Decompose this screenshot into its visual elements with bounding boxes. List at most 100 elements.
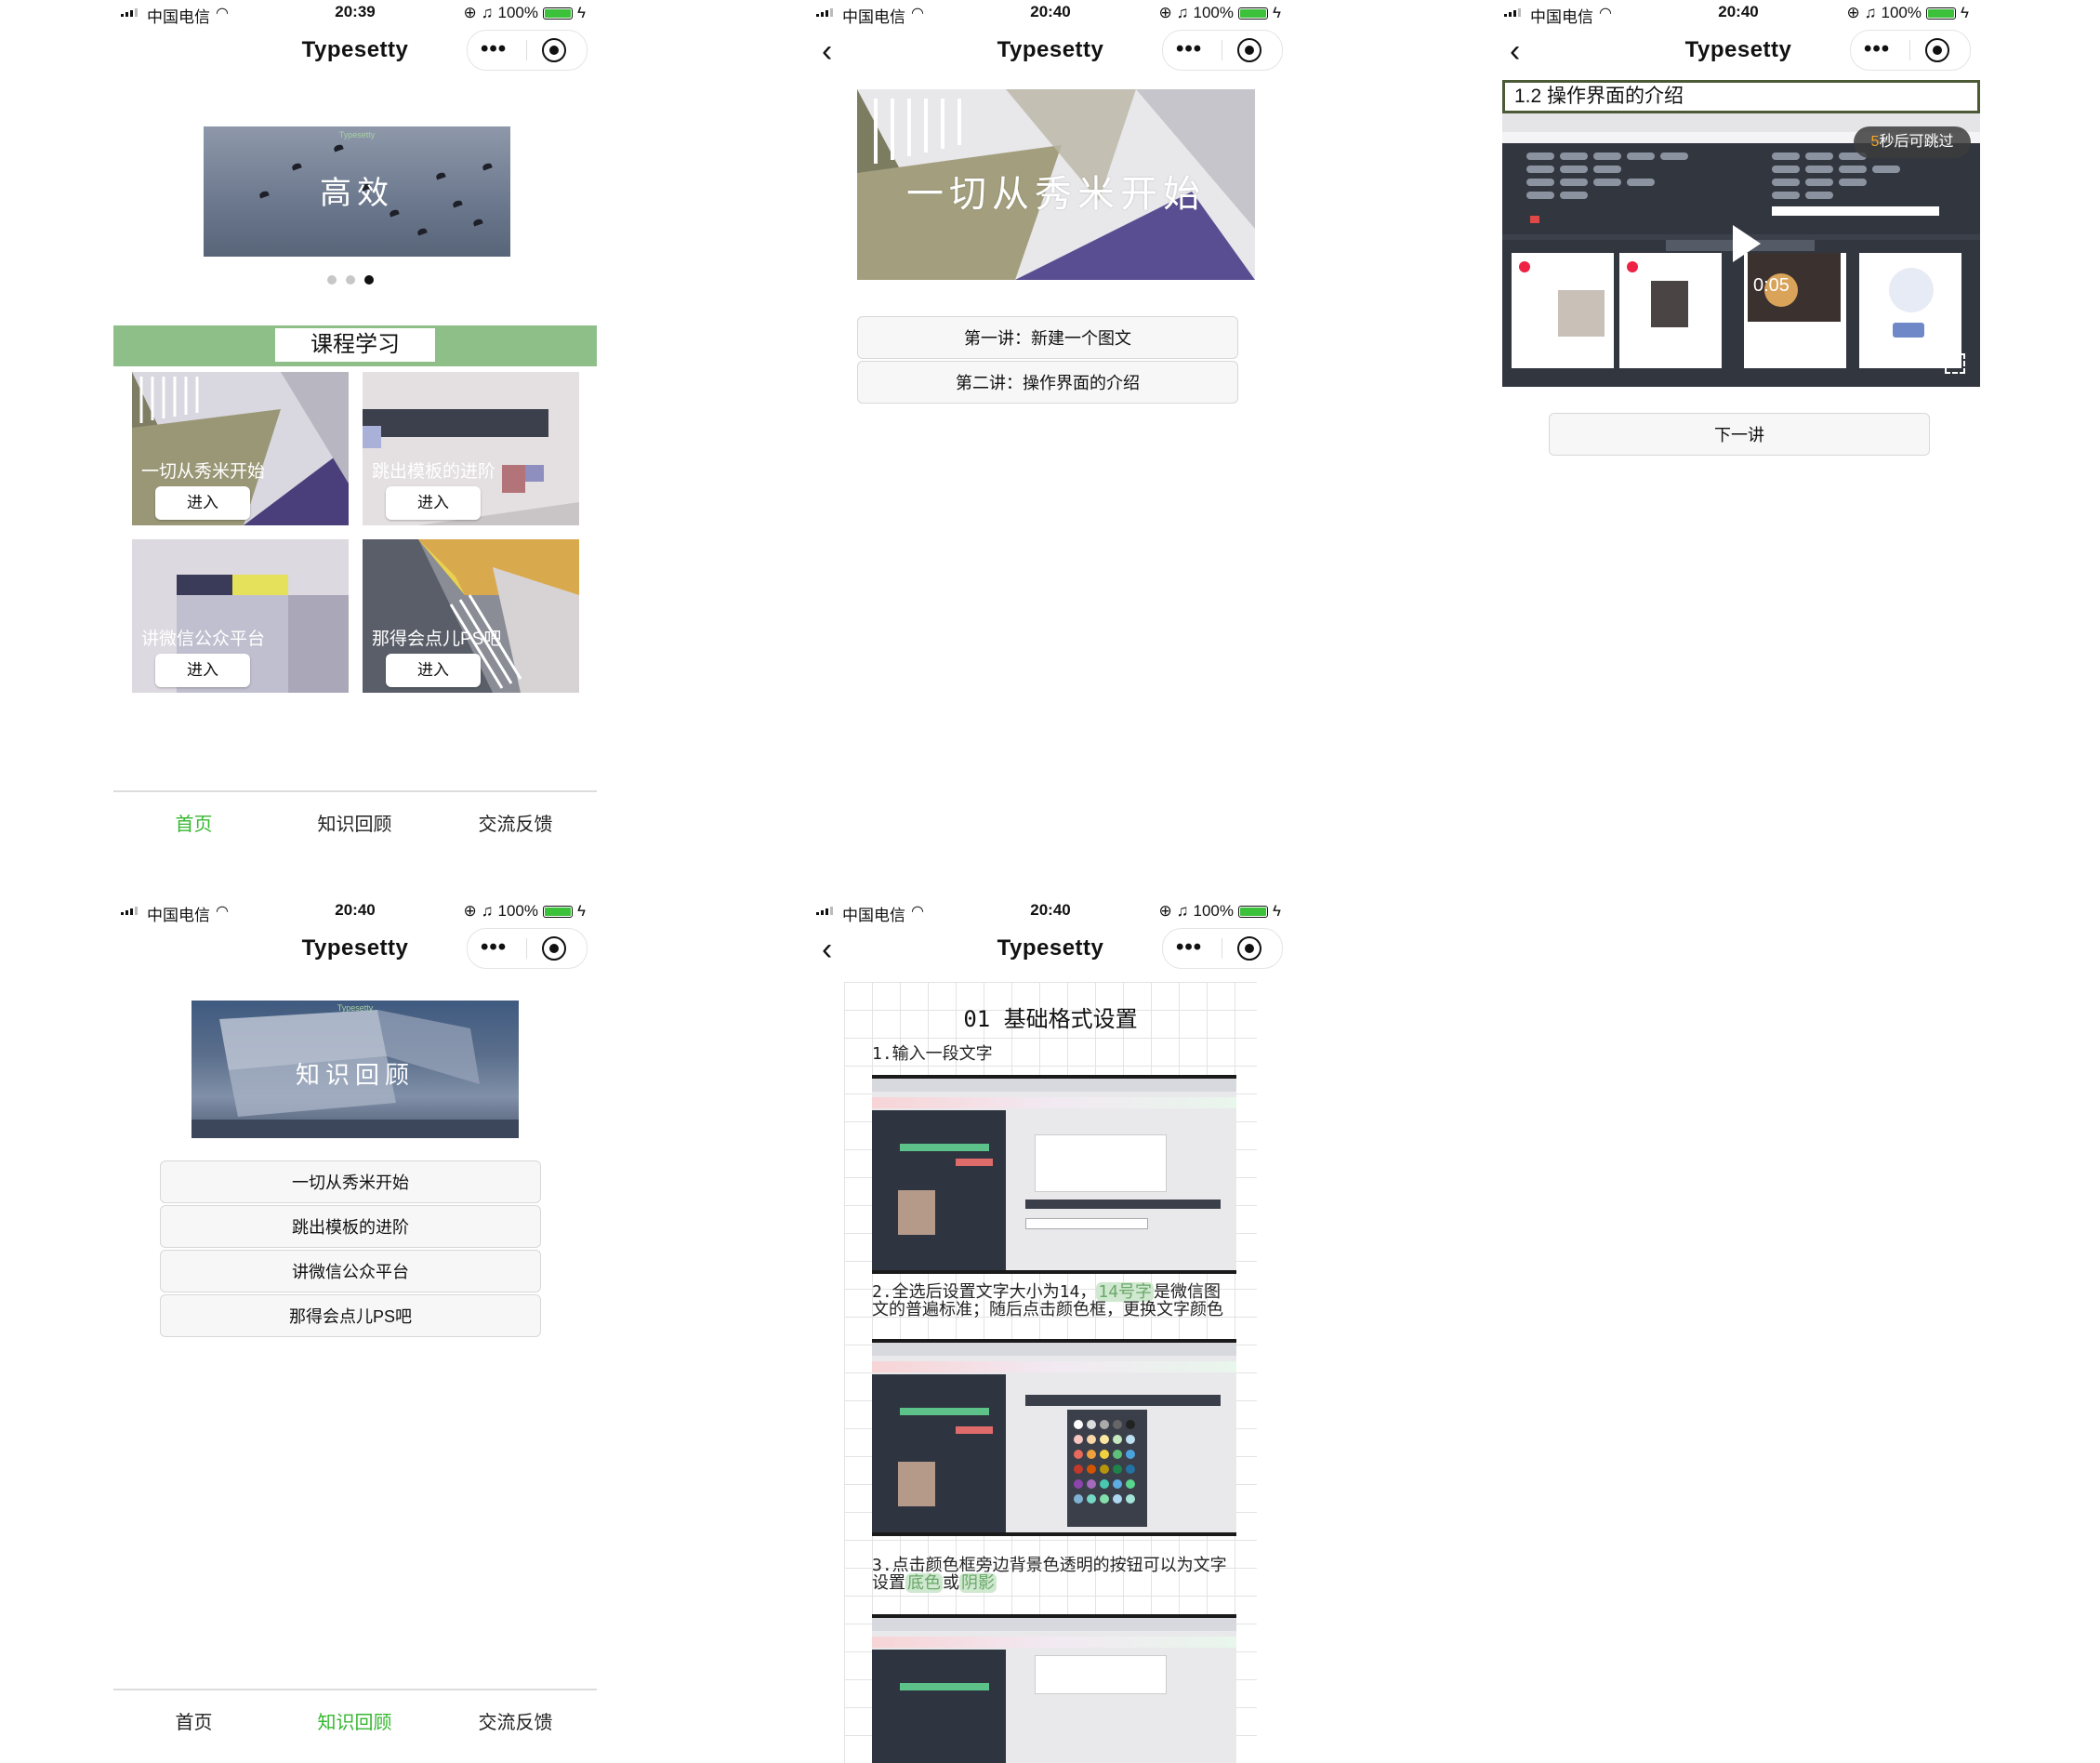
step-1-text: 1.输入一段文字 bbox=[872, 1044, 993, 1064]
status-bar: 中国电信 ◠ 20:40 ⊕ ♫ 100% ϟ bbox=[809, 0, 1292, 26]
more-icon[interactable]: ••• bbox=[1176, 935, 1202, 961]
more-icon[interactable]: ••• bbox=[1176, 36, 1202, 62]
hero-banner[interactable]: Typesetty 高效 bbox=[204, 126, 510, 257]
review-item-button[interactable]: 讲微信公众平台 bbox=[160, 1250, 541, 1292]
lesson-button[interactable]: 第一讲：新建一个图文 bbox=[857, 316, 1238, 359]
headphones-icon: ♫ bbox=[1176, 902, 1189, 920]
close-target-icon[interactable] bbox=[1925, 38, 1949, 62]
headphones-icon: ♫ bbox=[481, 902, 494, 920]
lock-icon: ⊕ bbox=[1846, 4, 1860, 21]
course-screen: 中国电信 ◠ 20:40 ⊕ ♫ 100% ϟ ‹ Typesetty ••• 一切从… bbox=[809, 0, 1292, 865]
lock-icon: ⊕ bbox=[463, 902, 477, 920]
color-palette bbox=[1074, 1420, 1135, 1504]
course-card[interactable]: 跳出模板的进阶 进入 bbox=[363, 372, 579, 525]
card-title: 讲微信公众平台 bbox=[141, 630, 266, 649]
battery-icon bbox=[1926, 7, 1956, 20]
tab-feedback[interactable]: 交流反馈 bbox=[435, 1707, 596, 1734]
mini-program-capsule: ••• bbox=[1162, 30, 1283, 71]
tab-feedback[interactable]: 交流反馈 bbox=[435, 809, 596, 836]
step-3-mid: 或 bbox=[943, 1573, 959, 1593]
section-header: 课程学习 bbox=[113, 325, 597, 366]
mini-program-capsule: ••• bbox=[1850, 30, 1971, 71]
section-title: 课程学习 bbox=[275, 328, 435, 362]
tab-home[interactable]: 首页 bbox=[113, 809, 274, 836]
article-body: 01 基础格式设置 1.输入一段文字 2.全选后设置文字大小为14， 14号字 是微… bbox=[844, 982, 1257, 1763]
video-player[interactable]: 1.2 操作界面的介绍 5秒后可跳过 0:05 bbox=[1502, 80, 1980, 387]
status-bar: 中国电信 ◠ 20:40 ⊕ ♫ 100% ϟ bbox=[113, 898, 597, 924]
carousel-indicator bbox=[327, 275, 374, 285]
charging-icon: ϟ bbox=[1961, 4, 1969, 21]
enter-button[interactable]: 进入 bbox=[386, 654, 481, 687]
enter-button[interactable]: 进入 bbox=[155, 486, 250, 520]
more-icon[interactable]: ••• bbox=[481, 36, 507, 62]
nav-bar: ‹ Typesetty ••• bbox=[1497, 28, 1980, 74]
status-bar: 中国电信 ◠ 20:40 ⊕ ♫ 100% ϟ bbox=[1497, 0, 1980, 26]
article-heading: 01 基础格式设置 bbox=[963, 1006, 1138, 1032]
banner-brand: Typesetty bbox=[338, 130, 376, 139]
lock-icon: ⊕ bbox=[1158, 4, 1172, 21]
course-card[interactable]: 那得会点儿PS吧 进入 bbox=[363, 539, 579, 693]
step-3-highlight-2: 阴影 bbox=[959, 1573, 997, 1593]
enter-button[interactable]: 进入 bbox=[155, 654, 250, 687]
charging-icon: ϟ bbox=[577, 4, 586, 21]
battery-icon bbox=[543, 7, 573, 20]
step-2-text: 2.全选后设置文字大小为14， 14号字 是微信图文的普遍标准；随后点击颜色框，更换… bbox=[872, 1282, 1235, 1319]
review-banner: Typesetty 知识回顾 bbox=[192, 1001, 519, 1138]
mini-program-capsule: ••• bbox=[1162, 928, 1283, 969]
tab-bar: 首页 知识回顾 交流反馈 bbox=[113, 790, 597, 865]
video-screen: 中国电信 ◠ 20:40 ⊕ ♫ 100% ϟ ‹ Typesetty ••• 1.2… bbox=[1497, 0, 1980, 865]
battery-icon bbox=[543, 905, 573, 918]
tab-review[interactable]: 知识回顾 bbox=[274, 809, 435, 836]
next-lesson-button[interactable]: 下一讲 bbox=[1549, 413, 1930, 456]
battery-label: 100% bbox=[497, 4, 538, 21]
close-target-icon[interactable] bbox=[542, 936, 566, 961]
step-2-part-a: 2.全选后设置文字大小为14， bbox=[872, 1282, 1097, 1302]
review-item-button[interactable]: 跳出模板的进阶 bbox=[160, 1205, 541, 1248]
play-icon[interactable] bbox=[1733, 225, 1761, 262]
screenshot-image bbox=[872, 1614, 1236, 1763]
lock-icon: ⊕ bbox=[1158, 902, 1172, 920]
enter-button[interactable]: 进入 bbox=[386, 486, 481, 520]
review-item-button[interactable]: 一切从秀米开始 bbox=[160, 1160, 541, 1203]
banner-caption: 知识回顾 bbox=[295, 1062, 415, 1090]
card-title: 跳出模板的进阶 bbox=[372, 462, 496, 482]
fullscreen-icon[interactable] bbox=[1945, 353, 1965, 374]
tab-bar: 首页 知识回顾 交流反馈 bbox=[113, 1689, 597, 1763]
step-3-text: 3.点击颜色框旁边背景色透明的按钮可以为文字设置 底色或阴影 bbox=[872, 1557, 1235, 1593]
headphones-icon: ♫ bbox=[1176, 4, 1189, 21]
nav-bar: ‹ Typesetty ••• bbox=[809, 28, 1292, 74]
battery-icon bbox=[1238, 7, 1268, 20]
charging-icon: ϟ bbox=[1273, 4, 1281, 21]
card-title: 那得会点儿PS吧 bbox=[372, 630, 502, 649]
more-icon[interactable]: ••• bbox=[481, 935, 507, 961]
close-target-icon[interactable] bbox=[1237, 38, 1261, 62]
review-screen: 中国电信 ◠ 20:40 ⊕ ♫ 100% ϟ Typesetty ••• Types… bbox=[113, 898, 597, 1763]
tab-review[interactable]: 知识回顾 bbox=[274, 1707, 435, 1734]
status-bar: 中国电信 ◠ 20:40 ⊕ ♫ 100% ϟ bbox=[809, 898, 1292, 924]
article-screen: 中国电信 ◠ 20:40 ⊕ ♫ 100% ϟ ‹ Typesetty ••• 01 … bbox=[809, 898, 1292, 1763]
mini-program-capsule: ••• bbox=[467, 928, 588, 969]
headphones-icon: ♫ bbox=[1864, 4, 1877, 21]
lock-icon: ⊕ bbox=[463, 4, 477, 21]
screenshot-image bbox=[872, 1339, 1236, 1536]
course-banner: 一切从秀米开始 bbox=[857, 89, 1255, 280]
screenshot-image bbox=[872, 1075, 1236, 1274]
battery-icon bbox=[1238, 905, 1268, 918]
close-target-icon[interactable] bbox=[1237, 936, 1261, 961]
course-card[interactable]: 一切从秀米开始 进入 bbox=[132, 372, 349, 525]
charging-icon: ϟ bbox=[1273, 902, 1281, 920]
headphones-icon: ♫ bbox=[481, 4, 494, 21]
close-target-icon[interactable] bbox=[542, 38, 566, 62]
banner-brand: Typesetty bbox=[337, 1003, 374, 1013]
course-card[interactable]: 讲微信公众平台 进入 bbox=[132, 539, 349, 693]
step-3-highlight-1: 底色 bbox=[905, 1573, 943, 1593]
skip-button[interactable]: 5秒后可跳过 bbox=[1854, 126, 1971, 158]
battery-label: 100% bbox=[1193, 902, 1234, 920]
banner-caption: 一切从秀米开始 bbox=[906, 173, 1206, 216]
lesson-button[interactable]: 第二讲：操作界面的介绍 bbox=[857, 361, 1238, 404]
card-title: 一切从秀米开始 bbox=[141, 462, 266, 482]
more-icon[interactable]: ••• bbox=[1864, 36, 1890, 62]
tab-home[interactable]: 首页 bbox=[113, 1707, 274, 1734]
mini-program-capsule: ••• bbox=[467, 30, 588, 71]
review-item-button[interactable]: 那得会点儿PS吧 bbox=[160, 1294, 541, 1337]
